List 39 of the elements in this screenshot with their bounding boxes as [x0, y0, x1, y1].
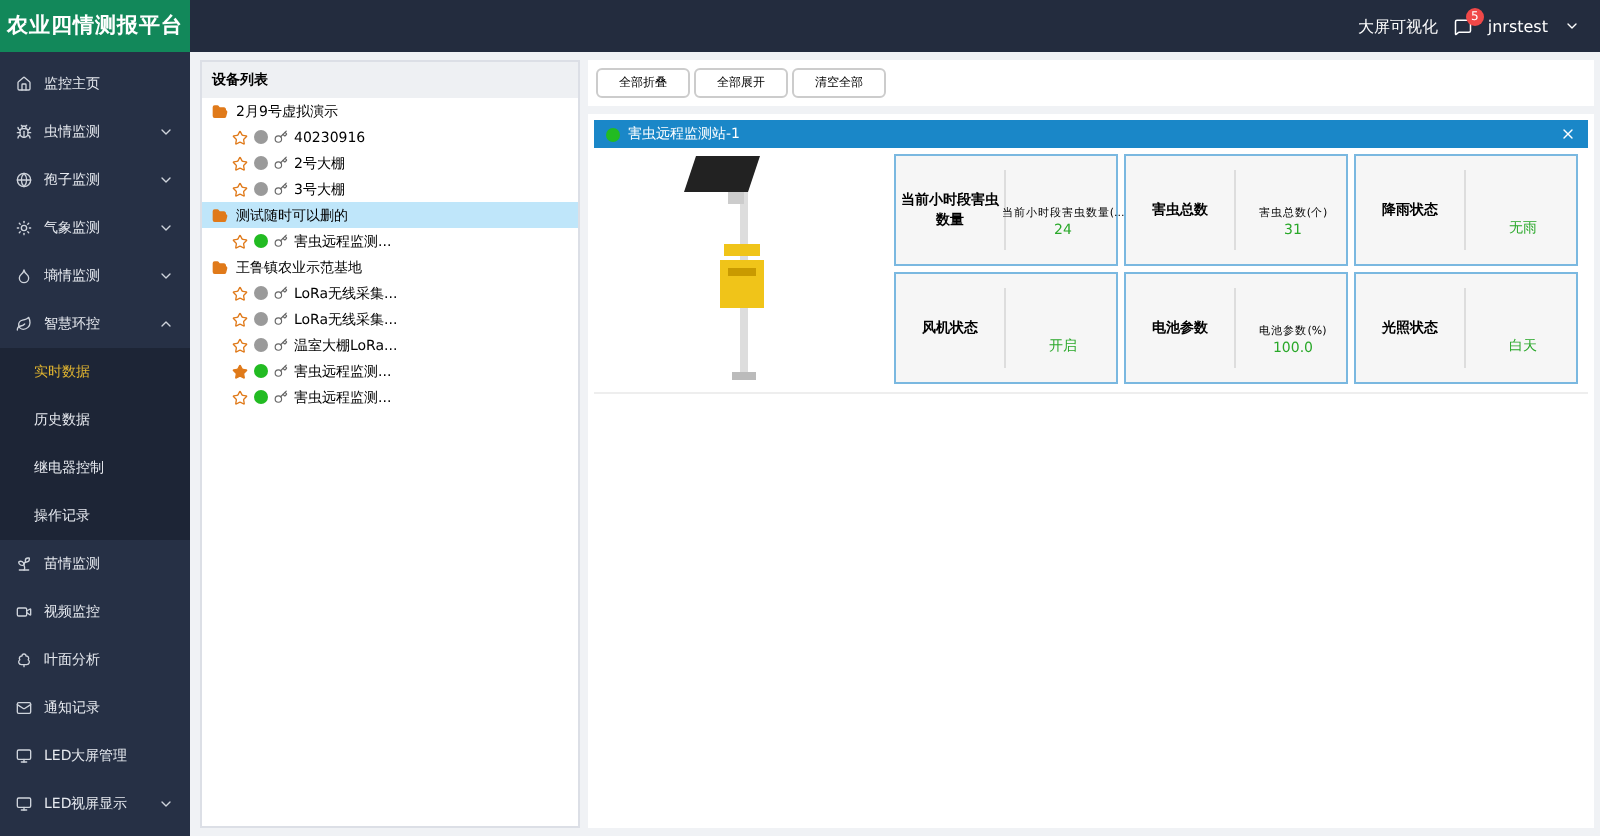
key-icon [274, 390, 288, 404]
chevron-down-icon[interactable] [1564, 18, 1580, 34]
star-icon[interactable] [232, 311, 248, 327]
monitor-icon [16, 796, 32, 812]
folder-icon [212, 259, 228, 275]
video-icon [16, 604, 32, 620]
key-icon [274, 364, 288, 378]
key-icon [274, 286, 288, 300]
star-icon[interactable] [232, 389, 248, 405]
big-screen-link[interactable]: 大屏可视化 [1357, 15, 1438, 37]
folder-icon [212, 103, 228, 119]
globe-icon [16, 172, 32, 188]
user-name[interactable]: jnrstest [1487, 17, 1548, 35]
key-icon [274, 156, 288, 170]
leaf-icon [16, 316, 32, 332]
key-icon [274, 312, 288, 326]
key-icon [274, 338, 288, 352]
key-icon [274, 182, 288, 196]
star-icon[interactable] [232, 181, 248, 197]
star-icon[interactable] [232, 129, 248, 145]
star-icon[interactable] [232, 337, 248, 353]
close-icon[interactable] [1560, 126, 1576, 142]
star-icon[interactable] [232, 363, 248, 379]
star-icon[interactable] [232, 155, 248, 171]
sprout-icon [16, 556, 32, 572]
bug-icon [16, 124, 32, 140]
monitor-icon [16, 748, 32, 764]
tree-icon [16, 652, 32, 668]
star-icon[interactable] [232, 285, 248, 301]
folder-icon [212, 207, 228, 223]
key-icon [274, 130, 288, 144]
message-icon[interactable] [1453, 17, 1472, 35]
home-icon [16, 76, 32, 92]
droplet-icon [16, 268, 32, 284]
platform-title: 农业四情测报平台 [0, 0, 190, 52]
key-icon [274, 234, 288, 248]
star-icon[interactable] [232, 233, 248, 249]
sun-icon [16, 220, 32, 236]
mail-icon [16, 700, 32, 716]
